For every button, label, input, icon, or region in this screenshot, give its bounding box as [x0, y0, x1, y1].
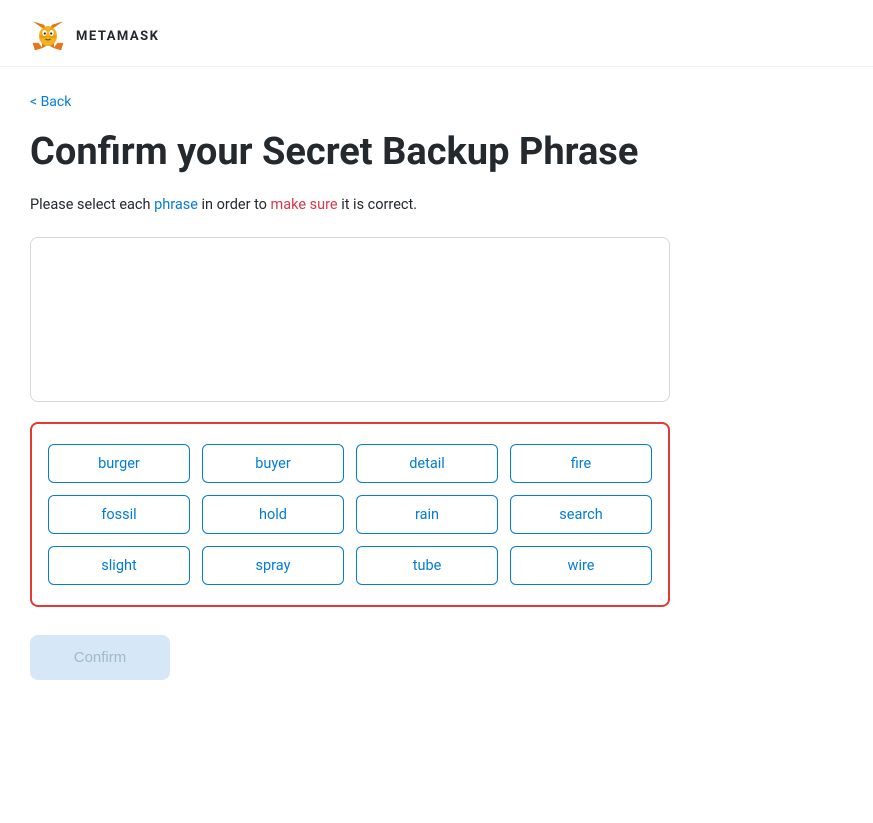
phrase-drop-area[interactable] [30, 237, 670, 402]
logo-text: METAMASK [76, 29, 159, 44]
subtitle-make-sure: make sure [271, 196, 338, 213]
page-title: Confirm your Secret Backup Phrase [30, 130, 670, 176]
word-chip[interactable]: detail [356, 444, 498, 483]
word-chip[interactable]: wire [510, 546, 652, 585]
word-chip[interactable]: rain [356, 495, 498, 534]
word-chip[interactable]: fire [510, 444, 652, 483]
word-chip[interactable]: slight [48, 546, 190, 585]
confirm-button[interactable]: Confirm [30, 635, 170, 680]
word-chip[interactable]: fossil [48, 495, 190, 534]
word-chip[interactable]: spray [202, 546, 344, 585]
word-chip[interactable]: tube [356, 546, 498, 585]
metamask-logo-icon [30, 18, 66, 54]
subtitle-phrase: phrase [154, 196, 198, 213]
header: METAMASK [0, 0, 873, 67]
word-bank-container: burger buyer detail fire fossil hold rain searc… [30, 422, 670, 607]
word-grid: burger buyer detail fire fossil hold rain searc… [48, 444, 652, 585]
subtitle: Please select each phrase in order to ma… [30, 194, 670, 216]
word-chip[interactable]: burger [48, 444, 190, 483]
subtitle-before: Please select each [30, 196, 154, 213]
back-link[interactable]: < Back [30, 94, 71, 110]
word-chip[interactable]: search [510, 495, 652, 534]
word-chip[interactable]: buyer [202, 444, 344, 483]
subtitle-after: it is correct. [338, 196, 417, 213]
subtitle-middle: in order to [198, 196, 271, 213]
main-content: < Back Confirm your Secret Backup Phrase… [0, 67, 700, 710]
word-chip[interactable]: hold [202, 495, 344, 534]
